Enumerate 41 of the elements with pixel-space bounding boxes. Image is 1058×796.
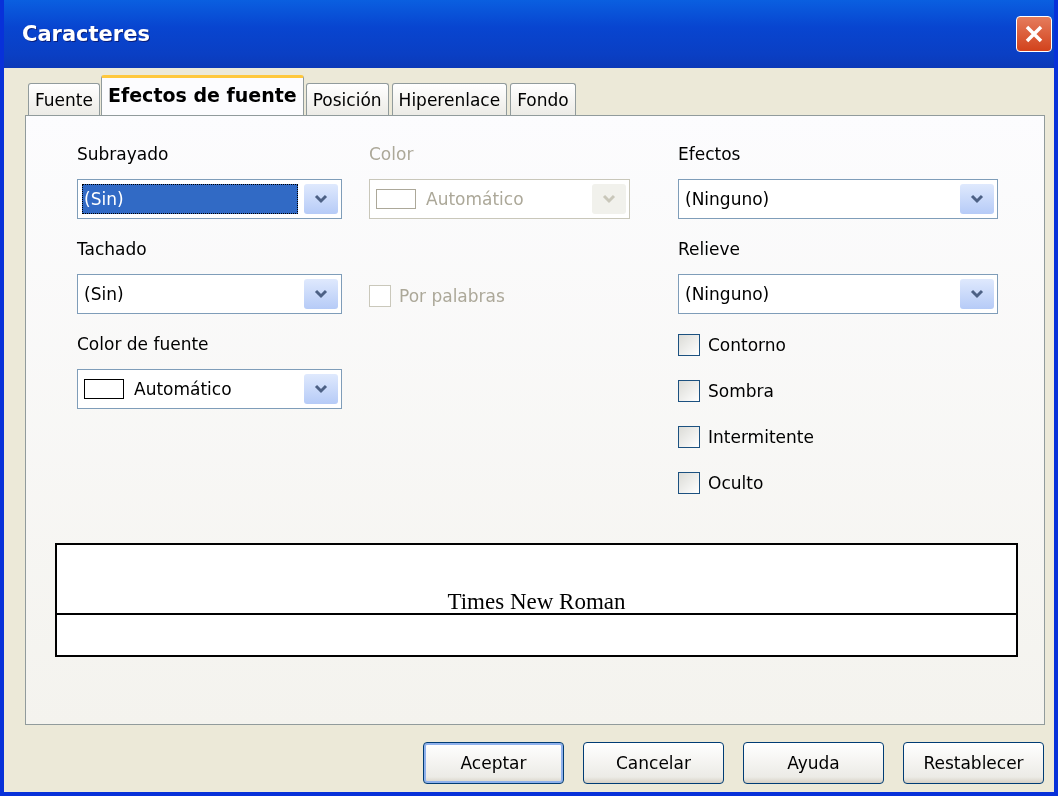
tab[interactable]: Hiperenlace	[391, 83, 508, 115]
checkbox-label: Intermitente	[708, 427, 814, 447]
checkbox[interactable]	[678, 472, 700, 494]
dropdown[interactable]: (Sin)	[77, 179, 342, 219]
field-label: Tachado	[77, 239, 148, 261]
dropdown[interactable]: (Sin)	[77, 274, 342, 314]
field-label: Efectos	[678, 144, 742, 166]
dropdown[interactable]: Automático	[77, 369, 342, 409]
dialog-button[interactable]: Ayuda	[743, 742, 884, 784]
color-swatch	[84, 379, 124, 399]
chevron-down-icon	[314, 384, 328, 394]
field-label: Subrayado	[77, 144, 170, 166]
chevron-down-icon	[314, 289, 328, 299]
preview-text: Times New Roman	[447, 590, 626, 613]
dialog-button[interactable]: Aceptar	[423, 742, 564, 784]
chevron-down-icon	[314, 194, 328, 204]
close-icon	[1025, 25, 1043, 43]
dropdown[interactable]: (Ninguno)	[678, 179, 998, 219]
dialog-button[interactable]: Restablecer	[903, 742, 1044, 784]
field-label: Relieve	[678, 239, 741, 261]
field-label: Color de fuente	[77, 334, 210, 356]
dialog-button[interactable]: Cancelar	[583, 742, 724, 784]
checkbox[interactable]	[678, 426, 700, 448]
tab[interactable]: Fondo	[510, 83, 576, 115]
checkbox-label: Oculto	[708, 473, 764, 493]
checkbox-label: Por palabras	[399, 286, 505, 306]
window-title: Caracteres	[22, 22, 150, 46]
checkbox[interactable]	[678, 380, 700, 402]
tab[interactable]: Posición	[305, 83, 389, 115]
chevron-down-icon	[970, 289, 984, 299]
tab[interactable]: Fuente	[28, 83, 100, 115]
checkbox[interactable]	[678, 334, 700, 356]
checkbox-label: Sombra	[708, 381, 774, 401]
chevron-down-icon	[602, 194, 616, 204]
color-swatch	[376, 189, 416, 209]
checkbox-label: Contorno	[708, 335, 786, 355]
close-button[interactable]	[1016, 16, 1052, 52]
dropdown[interactable]: (Ninguno)	[678, 274, 998, 314]
field-label: Color	[369, 144, 415, 166]
tab[interactable]: Efectos de fuente	[101, 75, 304, 115]
chevron-down-icon	[970, 194, 984, 204]
